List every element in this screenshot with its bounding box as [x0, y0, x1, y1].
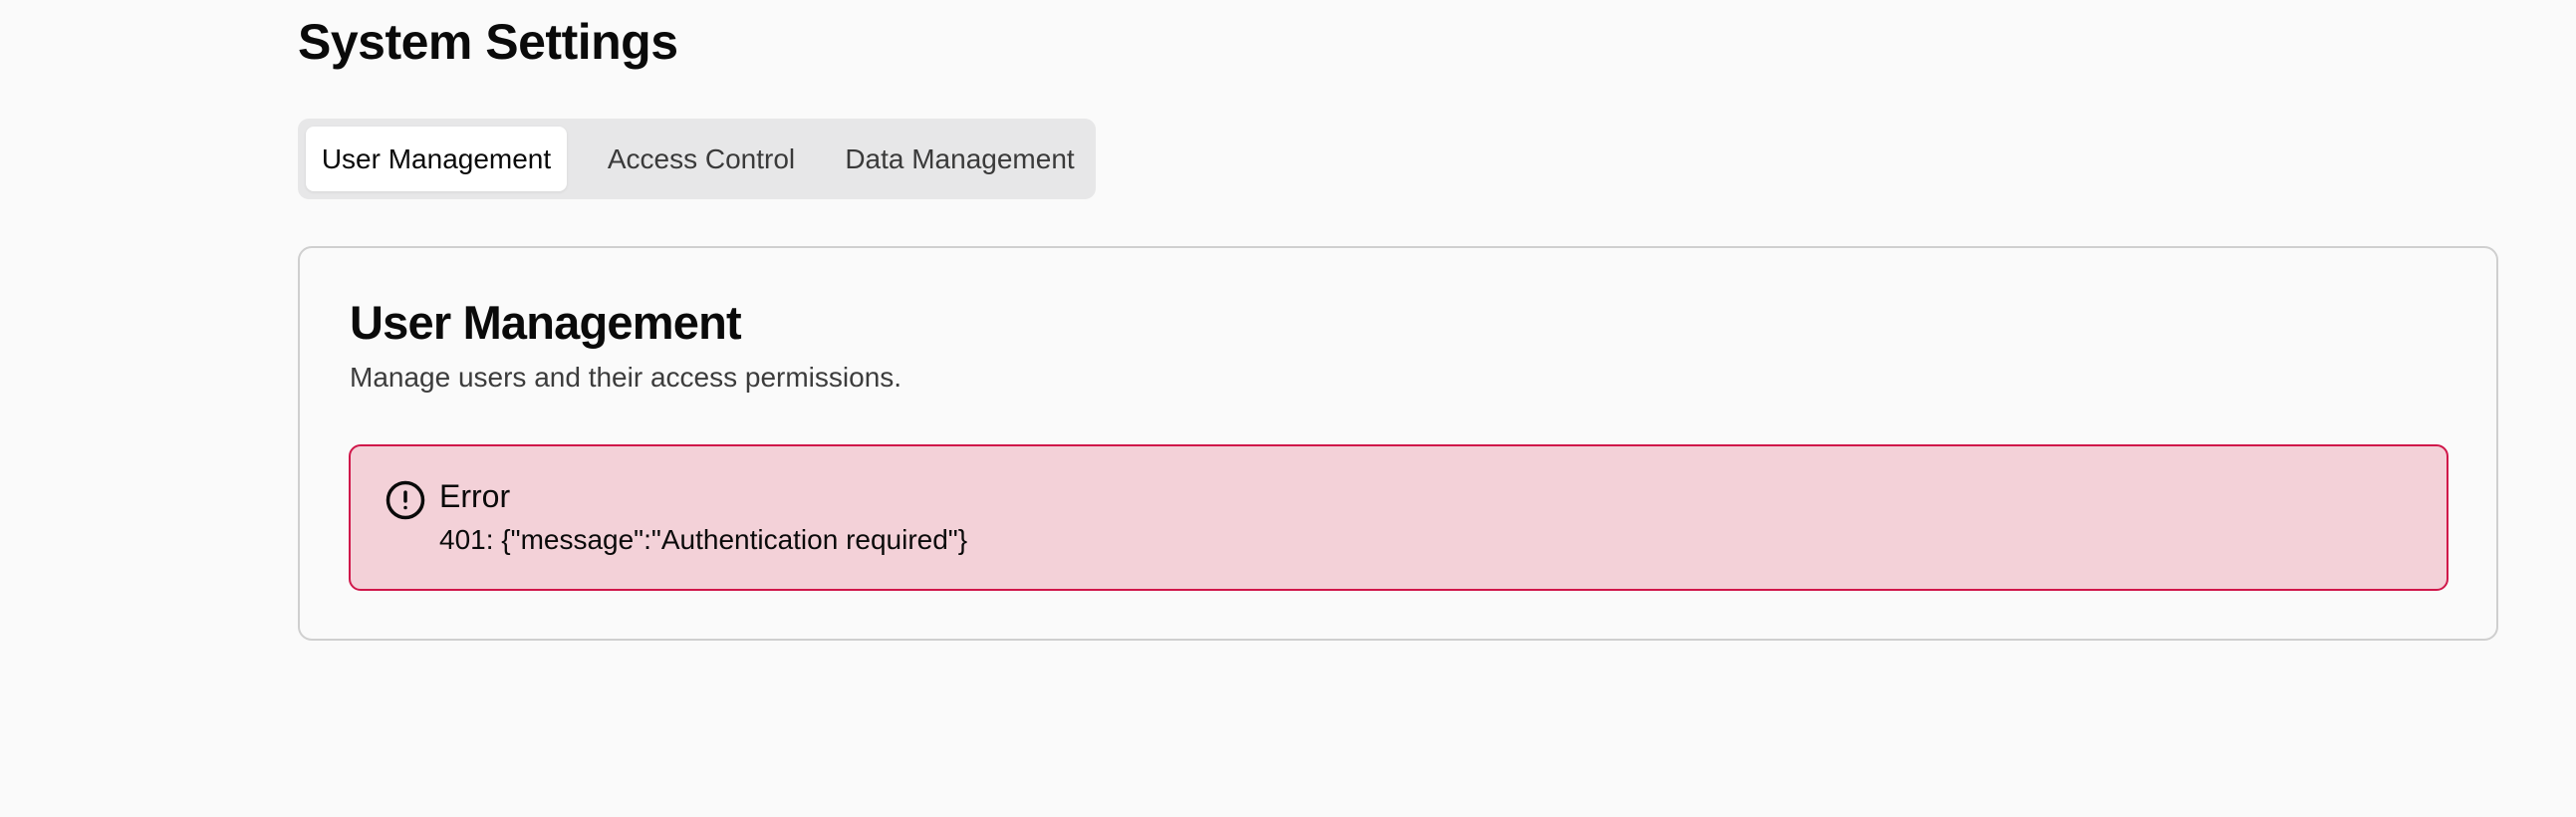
alert-title: Error: [439, 478, 511, 514]
page-title: System Settings: [298, 14, 678, 70]
alert-circle-icon: [386, 480, 425, 520]
alert-message: 401: {"message":"Authentication required…: [439, 524, 968, 555]
card-description: Manage users and their access permission…: [350, 362, 902, 393]
card-title: User Management: [350, 296, 742, 349]
tab-data-management[interactable]: Data Management: [832, 127, 1088, 191]
tab-access-control[interactable]: Access Control: [571, 127, 832, 191]
error-alert: Error 401: {"message":"Authentication re…: [349, 444, 2448, 591]
user-management-card: User Management Manage users and their a…: [298, 246, 2498, 641]
settings-tabs: User Management Access Control Data Mana…: [298, 119, 1096, 199]
tab-user-management[interactable]: User Management: [306, 127, 567, 191]
settings-page: System Settings User Management Access C…: [0, 0, 2576, 817]
